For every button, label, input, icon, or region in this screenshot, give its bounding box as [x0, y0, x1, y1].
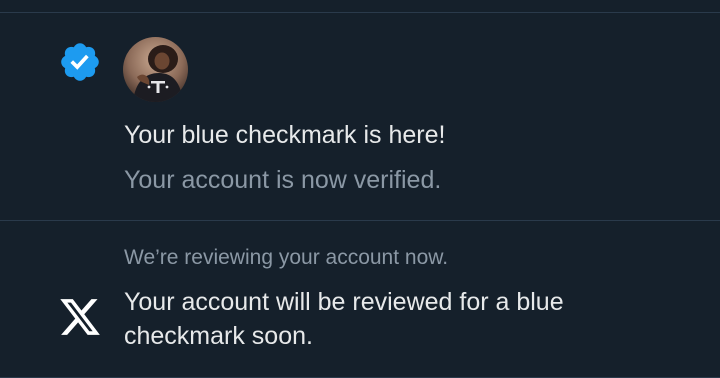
notification-title: Your blue checkmark is here! [124, 121, 446, 149]
notifications-screen: Your blue checkmark is here! Your accoun… [0, 0, 720, 378]
notification-subtitle: Your account is now verified. [124, 166, 442, 194]
notification-body: Your account will be reviewed for a blue… [124, 288, 564, 350]
verified-badge-icon [58, 40, 102, 84]
top-divider [0, 12, 720, 13]
notification-header: We’re reviewing your account now. [124, 246, 449, 269]
notification-review[interactable]: We’re reviewing your account now. Your a… [0, 221, 720, 377]
x-logo-icon [58, 295, 102, 339]
user-avatar[interactable] [123, 37, 188, 102]
notification-verified[interactable]: Your blue checkmark is here! Your accoun… [0, 14, 720, 220]
